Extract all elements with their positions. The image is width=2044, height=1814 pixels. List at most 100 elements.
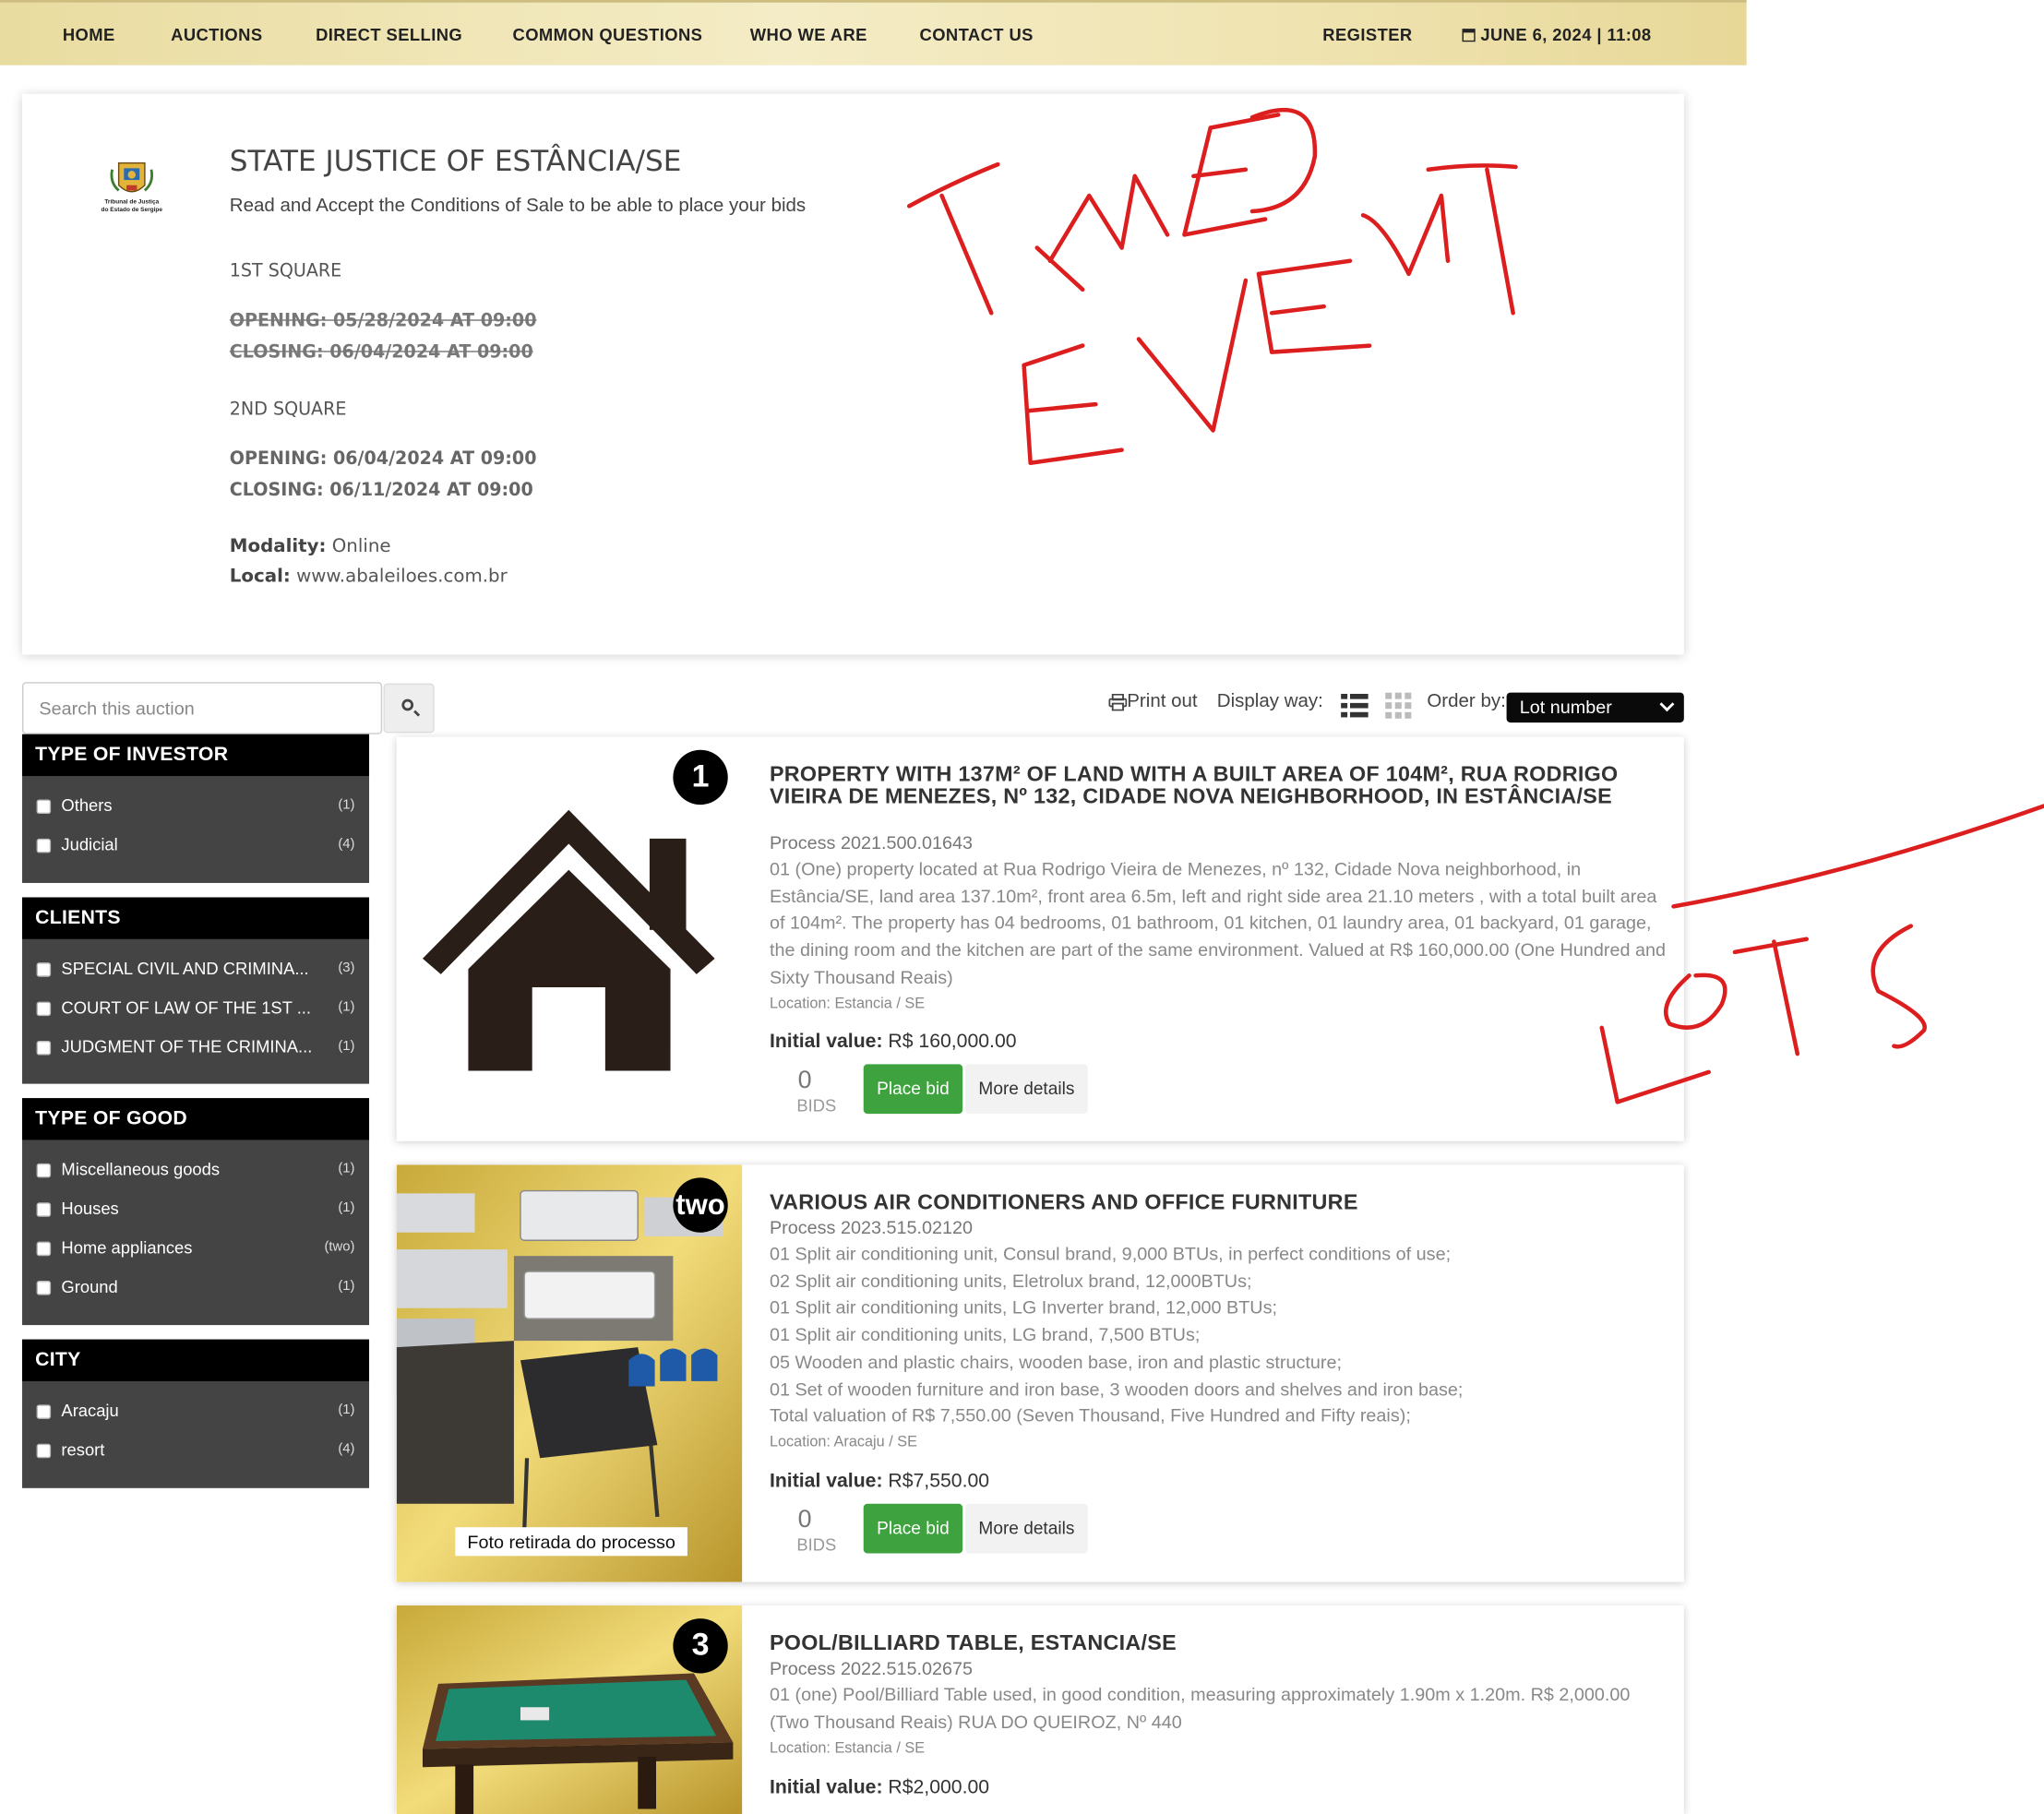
filter-item[interactable]: Aracaju (1) [22, 1398, 369, 1424]
lot-process: Process 2022.515.02675 [769, 1657, 974, 1679]
lot-location: Location: Aracaju / SE [769, 1434, 917, 1450]
datetime-text: JUNE 6, 2024 | 11:08 [1480, 24, 1652, 45]
filter-item[interactable]: Miscellaneous goods (1) [22, 1157, 369, 1183]
page: HOME AUCTIONS DIRECT SELLING COMMON QUES… [0, 0, 2044, 1814]
printer-icon[interactable] [1108, 693, 1128, 711]
bids-label: BIDS [796, 1095, 837, 1116]
checkbox[interactable] [36, 1443, 52, 1459]
search-input[interactable] [22, 682, 383, 734]
filter-city: CITY Aracaju (1) resort (4) [22, 1339, 370, 1488]
more-details-button[interactable]: More details [964, 1503, 1088, 1554]
annotation-stroke [1732, 937, 1809, 955]
lot-process: Process 2021.500.01643 [769, 831, 974, 853]
filter-item[interactable]: Judicial (4) [22, 832, 369, 858]
square1-label: 1ST SQUARE [229, 260, 342, 282]
lot-process: Process 2023.515.02120 [769, 1216, 974, 1238]
court-seal-logo: Tribunal de Justiça do Estado de Sergipe [102, 161, 163, 213]
svg-text:do Estado de Sergipe: do Estado de Sergipe [102, 207, 163, 213]
display-way-label: Display way: [1216, 691, 1323, 712]
local-link[interactable]: www.abaleiloes.com.br [296, 566, 508, 587]
filter-type-of-good: TYPE OF GOOD Miscellaneous goods (1) Hous… [22, 1098, 370, 1326]
place-bid-button[interactable]: Place bid [863, 1503, 963, 1554]
filter-item[interactable]: Home appliances (two) [22, 1235, 369, 1261]
nav-auctions[interactable]: AUCTIONS [171, 25, 262, 44]
checkbox[interactable] [36, 1404, 52, 1419]
filter-item[interactable]: COURT OF LAW OF THE 1ST ... (1) [22, 996, 369, 1021]
order-by-select[interactable]: Lot number [1506, 692, 1684, 723]
lot-card: 3 POOL/BILLIARD TABLE, ESTANCIA/SE Proce… [396, 1605, 1684, 1814]
filter-investor-title: TYPE OF INVESTOR [22, 734, 370, 777]
lot-title[interactable]: VARIOUS AIR CONDITIONERS AND OFFICE FURN… [770, 1191, 1631, 1214]
filter-item[interactable]: SPECIAL CIVIL AND CRIMINA... (3) [22, 956, 369, 982]
nav-contact-us[interactable]: CONTACT US [920, 25, 1034, 44]
square2-label: 2ND SQUARE [229, 399, 347, 421]
top-nav: HOME AUCTIONS DIRECT SELLING COMMON QUES… [0, 0, 1747, 66]
photo-caption: Foto retirada do processo [467, 1531, 675, 1553]
lot-initial-value: Initial value: R$2,000.00 [769, 1776, 990, 1799]
filter-item[interactable]: Others (1) [22, 793, 369, 818]
bids-count: 0 [797, 1067, 812, 1094]
order-by-label: Order by: [1427, 691, 1506, 712]
checkbox[interactable] [36, 838, 52, 853]
nav-who-we-are[interactable]: WHO WE ARE [750, 25, 867, 44]
grid-view-icon[interactable] [1385, 692, 1412, 719]
filter-clients-title: CLIENTS [22, 897, 370, 939]
bids-label: BIDS [796, 1534, 837, 1555]
filter-city-title: CITY [22, 1339, 370, 1381]
lot-location: Location: Estancia / SE [769, 1741, 926, 1757]
lot-initial-value: Initial value: R$7,550.00 [769, 1470, 990, 1493]
svg-text:Tribunal de Justiça: Tribunal de Justiça [104, 199, 159, 206]
lot-initial-value: Initial value: R$ 160,000.00 [769, 1030, 1017, 1053]
list-view-icon[interactable] [1341, 693, 1369, 719]
place-bid-button[interactable]: Place bid [863, 1064, 963, 1115]
checkbox[interactable] [36, 1241, 52, 1257]
modality: Modality: Online [229, 535, 391, 557]
nav-home[interactable]: HOME [63, 25, 115, 44]
square1-closing: CLOSING: 06/04/2024 AT 09:00 [229, 341, 533, 363]
filter-item[interactable]: JUDGMENT OF THE CRIMINA... (1) [22, 1034, 369, 1060]
lot-title[interactable]: POOL/BILLIARD TABLE, ESTANCIA/SE [770, 1632, 1631, 1655]
checkbox[interactable] [36, 1202, 52, 1217]
lot-number-badge: two [673, 1177, 728, 1233]
print-link[interactable]: Print out [1127, 691, 1197, 712]
nav-direct-selling[interactable]: DIRECT SELLING [316, 25, 462, 44]
calendar-icon [1462, 29, 1476, 42]
filter-item[interactable]: Houses (1) [22, 1196, 369, 1222]
checkbox[interactable] [36, 1281, 52, 1295]
event-subtitle[interactable]: Read and Accept the Conditions of Sale t… [230, 196, 806, 217]
annotation-stroke [1772, 939, 1800, 1056]
checkbox[interactable] [36, 799, 52, 815]
lot-card: Foto retirada do processo two VARIOUS AI… [396, 1164, 1684, 1582]
chevron-down-icon [1659, 697, 1675, 712]
filter-investor: TYPE OF INVESTOR Others (1) Judicial (4) [22, 734, 370, 883]
lot-description: 01 (One) property located at Rua Rodrigo… [769, 858, 1666, 987]
filter-good-title: TYPE OF GOOD [22, 1098, 370, 1140]
lot-number-badge: 1 [673, 749, 728, 806]
lot-title[interactable]: PROPERTY WITH 137M² OF LAND WITH A BUILT… [770, 764, 1631, 808]
checkbox[interactable] [36, 962, 52, 977]
lot-description: 01 Split air conditioning unit, Consul b… [769, 1243, 1464, 1426]
more-details-button[interactable]: More details [964, 1064, 1088, 1115]
square2-closing: CLOSING: 06/11/2024 AT 09:00 [229, 480, 533, 501]
event-card: Tribunal de Justiça do Estado de Sergipe… [22, 93, 1684, 655]
checkbox[interactable] [36, 1040, 52, 1056]
search-icon [401, 698, 414, 711]
annotation-stroke [1871, 924, 1927, 1049]
event-title: STATE JUSTICE OF ESTÂNCIA/SE [229, 146, 682, 179]
lot-number-badge: 3 [673, 1618, 728, 1674]
filter-clients: CLIENTS SPECIAL CIVIL AND CRIMINA... (3) … [22, 897, 370, 1084]
square1-opening: OPENING: 05/28/2024 AT 09:00 [229, 310, 537, 332]
checkbox[interactable] [36, 1001, 52, 1017]
checkbox[interactable] [36, 1163, 52, 1178]
bids-count: 0 [797, 1506, 812, 1534]
filter-item[interactable]: Ground (1) [22, 1274, 369, 1300]
filter-item[interactable]: resort (4) [22, 1438, 369, 1463]
nav-register[interactable]: REGISTER [1322, 25, 1412, 44]
search-button[interactable] [383, 683, 435, 734]
lot-location: Location: Estancia / SE [769, 996, 926, 1012]
nav-common-questions[interactable]: COMMON QUESTIONS [513, 25, 703, 44]
local: Local: www.abaleiloes.com.br [229, 566, 508, 588]
lot-card: 1 PROPERTY WITH 137M² OF LAND WITH A BUI… [396, 736, 1684, 1141]
square2-opening: OPENING: 06/04/2024 AT 09:00 [229, 448, 537, 470]
annotation-stroke [1671, 804, 2044, 909]
